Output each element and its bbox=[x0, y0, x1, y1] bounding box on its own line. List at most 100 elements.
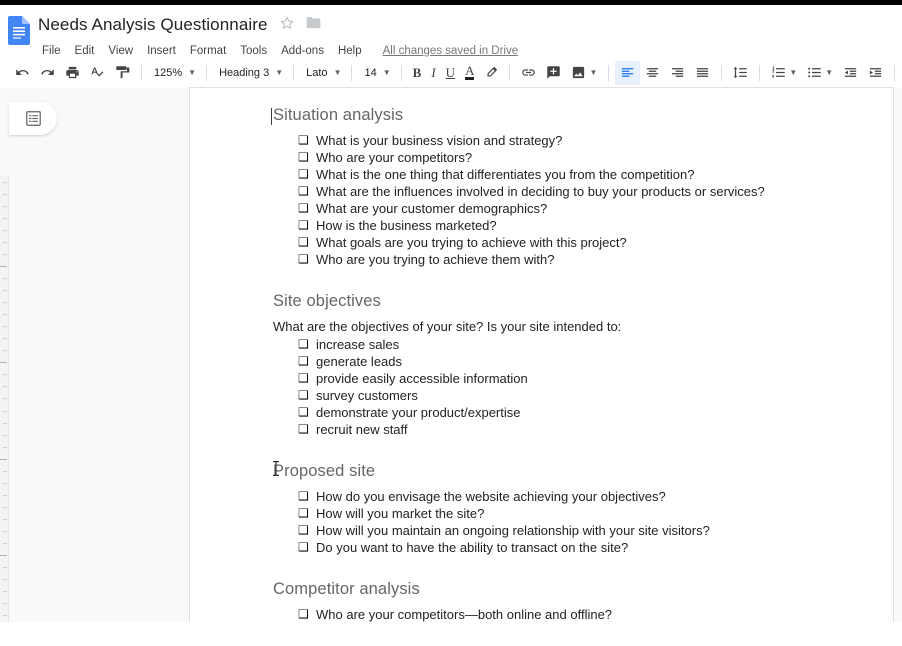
folder-icon[interactable] bbox=[306, 16, 321, 34]
zoom-dropdown[interactable]: 125% ▼ bbox=[148, 62, 200, 84]
increase-indent-icon[interactable] bbox=[863, 61, 888, 85]
checkbox-bullet-icon: ❑ bbox=[298, 523, 309, 537]
numbered-list-icon[interactable]: ▼ bbox=[766, 61, 802, 85]
undo-icon[interactable] bbox=[10, 61, 35, 85]
list-item[interactable]: ❑ recruit new staff bbox=[298, 421, 853, 438]
text-insertion-caret bbox=[271, 108, 273, 125]
page-title[interactable]: Needs Analysis Questionnaire bbox=[38, 15, 268, 35]
list-item-label: provide easily accessible information bbox=[316, 371, 528, 386]
redo-icon[interactable] bbox=[35, 61, 60, 85]
list-item[interactable]: ❑ Who are you trying to achieve them with… bbox=[298, 251, 853, 268]
menu-view[interactable]: View bbox=[101, 43, 140, 59]
list-item[interactable]: ❑ provide easily accessible information bbox=[298, 370, 853, 387]
align-justify-icon[interactable] bbox=[690, 61, 715, 85]
document-outline-icon[interactable] bbox=[9, 102, 57, 135]
checklist: ❑ How do you envisage the website achievi… bbox=[273, 488, 853, 556]
list-item[interactable]: ❑ How do you envisage the website achievi… bbox=[298, 488, 853, 505]
highlight-pen-icon[interactable] bbox=[479, 61, 503, 85]
ruler-tick bbox=[3, 242, 7, 244]
ruler-tick bbox=[3, 602, 7, 604]
section-heading: Competitor analysis bbox=[273, 580, 420, 598]
document-page[interactable]: Situation analysis ❑ What is your business… bbox=[190, 88, 893, 639]
menu-file[interactable]: File bbox=[35, 43, 68, 59]
align-right-icon[interactable] bbox=[665, 61, 690, 85]
text-color-label: A bbox=[465, 63, 475, 80]
paragraph-style-dropdown[interactable]: Heading 3 ▼ bbox=[213, 62, 287, 84]
align-center-icon[interactable] bbox=[640, 61, 665, 85]
list-item[interactable]: ❑ survey customers bbox=[298, 387, 853, 404]
menu-help[interactable]: Help bbox=[331, 43, 369, 59]
ruler-tick bbox=[0, 362, 7, 364]
bulleted-list-icon[interactable]: ▼ bbox=[802, 61, 838, 85]
font-size-dropdown[interactable]: 14 ▼ bbox=[358, 62, 394, 84]
ruler-tick bbox=[3, 410, 7, 412]
ruler-tick bbox=[3, 482, 7, 484]
formatting-toolbar: 125% ▼ Heading 3 ▼ Lato ▼ 14 ▼ B I U A ▼… bbox=[0, 59, 902, 86]
list-item[interactable]: ❑ demonstrate your product/expertise bbox=[298, 404, 853, 421]
ruler-tick bbox=[3, 614, 7, 616]
list-item[interactable]: ❑ What are the influences involved in dec… bbox=[298, 183, 853, 200]
bold-button[interactable]: B bbox=[408, 61, 427, 85]
insert-link-icon[interactable] bbox=[516, 61, 541, 85]
font-dropdown[interactable]: Lato ▼ bbox=[300, 62, 345, 84]
list-item[interactable]: ❑ increase sales bbox=[298, 336, 853, 353]
text-color-button[interactable]: A bbox=[460, 61, 479, 85]
list-item[interactable]: ❑ What is the one thing that differentiat… bbox=[298, 166, 853, 183]
toolbar-divider bbox=[608, 64, 610, 81]
list-item[interactable]: ❑ Do you want to have the ability to tran… bbox=[298, 539, 853, 556]
checkbox-bullet-icon: ❑ bbox=[298, 184, 309, 198]
decrease-indent-icon[interactable] bbox=[838, 61, 863, 85]
checkbox-bullet-icon: ❑ bbox=[298, 489, 309, 503]
toolbar-divider bbox=[141, 64, 142, 81]
add-comment-icon[interactable] bbox=[541, 61, 566, 85]
list-item[interactable]: ❑ What are your customer demographics? bbox=[298, 200, 853, 217]
list-item[interactable]: ❑ How is the business marketed? bbox=[298, 217, 853, 234]
menu-addons[interactable]: Add-ons bbox=[274, 43, 331, 59]
list-item[interactable]: ❑ How will you market the site? bbox=[298, 505, 853, 522]
star-outline-icon[interactable] bbox=[279, 15, 294, 35]
toolbar-divider bbox=[721, 64, 723, 81]
menu-format[interactable]: Format bbox=[183, 43, 233, 59]
list-item[interactable]: ❑ What is your business vision and strate… bbox=[298, 132, 853, 149]
checklist: ❑ What is your business vision and strate… bbox=[273, 132, 853, 268]
list-item-label: What goals are you trying to achieve wit… bbox=[316, 235, 627, 250]
list-item[interactable]: ❑ How will you maintain an ongoing relati… bbox=[298, 522, 853, 539]
document-workspace: Situation analysis ❑ What is your business… bbox=[0, 88, 902, 646]
underline-button[interactable]: U bbox=[441, 61, 460, 85]
align-left-icon[interactable] bbox=[615, 60, 641, 85]
list-item-label: Do you want to have the ability to trans… bbox=[316, 540, 629, 555]
list-item-label: What is the one thing that differentiate… bbox=[316, 167, 695, 182]
menu-insert[interactable]: Insert bbox=[140, 43, 183, 59]
font-size-value: 14 bbox=[364, 66, 377, 79]
list-item-label: How will you maintain an ongoing relatio… bbox=[316, 523, 710, 538]
menu-edit[interactable]: Edit bbox=[68, 43, 102, 59]
ruler-tick bbox=[0, 554, 7, 556]
spellcheck-icon[interactable] bbox=[85, 61, 110, 85]
print-icon[interactable] bbox=[60, 61, 85, 85]
ruler-tick bbox=[3, 542, 7, 544]
paint-format-icon[interactable] bbox=[110, 61, 135, 85]
list-item-label: recruit new staff bbox=[316, 422, 408, 437]
insert-image-icon[interactable]: ▼ bbox=[566, 61, 602, 85]
checkbox-bullet-icon: ❑ bbox=[298, 422, 309, 436]
document-content[interactable]: Situation analysis ❑ What is your business… bbox=[190, 88, 893, 640]
ruler-tick bbox=[3, 470, 7, 472]
ruler-tick bbox=[3, 566, 7, 568]
ruler-tick bbox=[3, 182, 7, 184]
list-item-label: How do you envisage the website achievin… bbox=[316, 489, 666, 504]
list-item[interactable]: ❑ Who are your competitors? bbox=[298, 149, 853, 166]
list-item[interactable]: ❑ Who are your competitors—both online an… bbox=[298, 606, 853, 623]
ruler-tick bbox=[3, 422, 7, 424]
vertical-ruler bbox=[0, 176, 9, 646]
list-item[interactable]: ❑ What goals are you trying to achieve wi… bbox=[298, 234, 853, 251]
chevron-down-icon: ▼ bbox=[333, 67, 342, 77]
list-item[interactable]: ❑ generate leads bbox=[298, 353, 853, 370]
google-docs-icon[interactable] bbox=[8, 16, 30, 45]
menu-bar: File Edit View Insert Format Tools Add-o… bbox=[38, 40, 518, 62]
save-status[interactable]: All changes saved in Drive bbox=[383, 45, 519, 57]
menu-tools[interactable]: Tools bbox=[233, 43, 274, 59]
line-spacing-icon[interactable] bbox=[728, 61, 753, 85]
checkbox-bullet-icon: ❑ bbox=[298, 506, 309, 520]
toolbar-divider bbox=[759, 64, 761, 81]
italic-button[interactable]: I bbox=[426, 61, 440, 85]
